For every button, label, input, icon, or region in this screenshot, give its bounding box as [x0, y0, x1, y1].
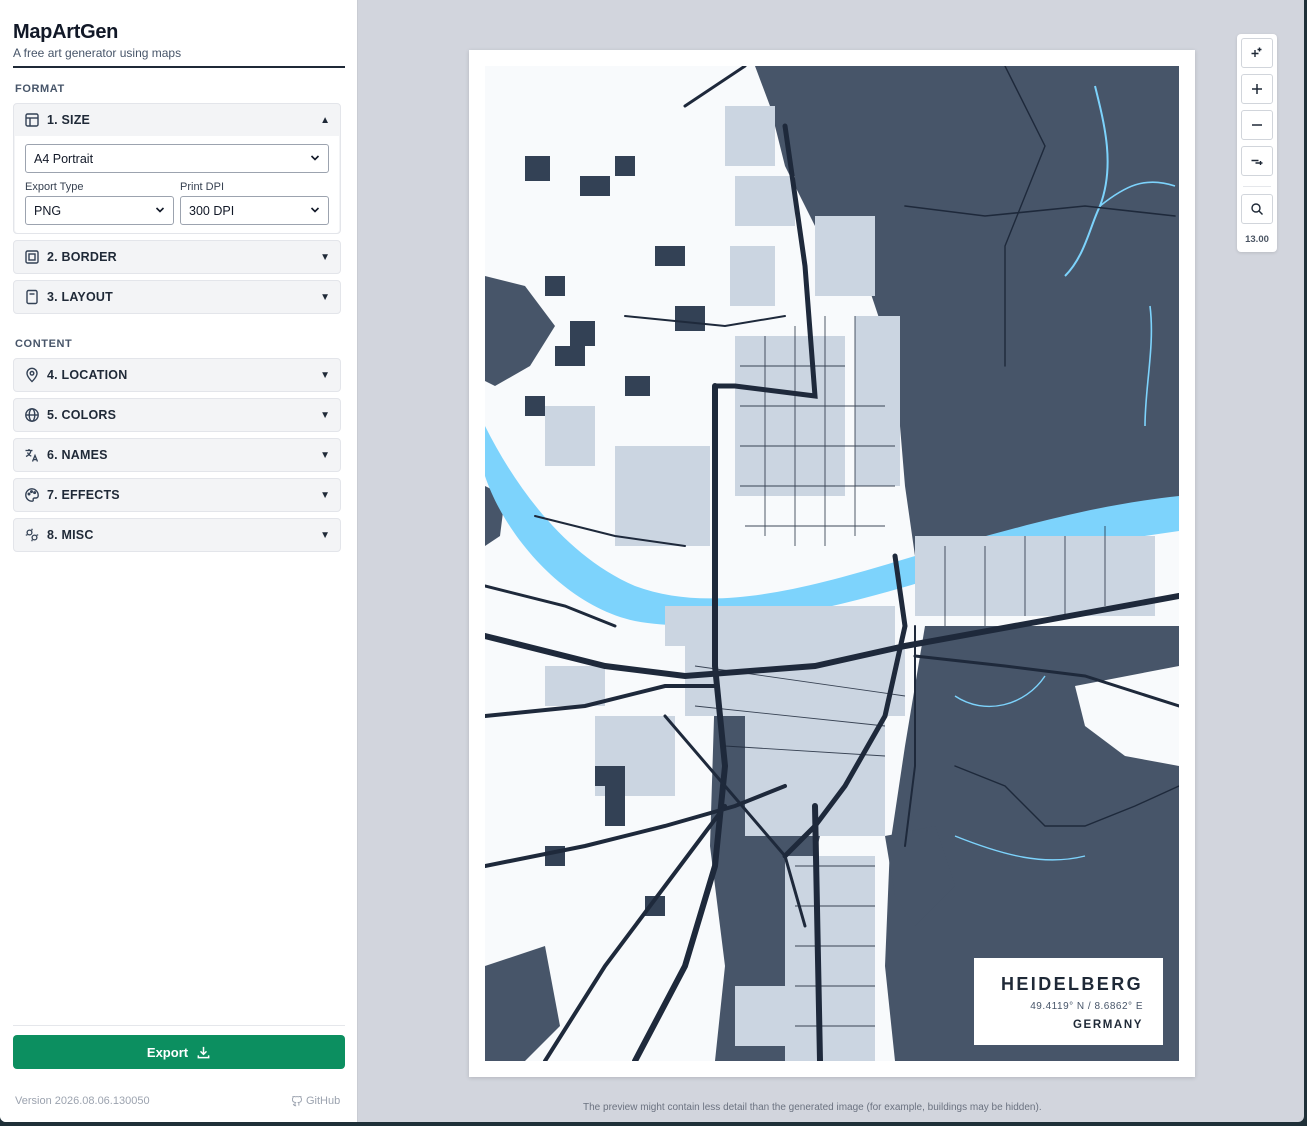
chevron-down-icon: ▼ [320, 529, 330, 541]
zoom-reset-icon [1251, 159, 1263, 165]
chevron-down-icon [310, 207, 320, 213]
search-button[interactable] [1241, 194, 1273, 224]
zoom-fit-button[interactable] [1241, 38, 1273, 68]
globe-icon [24, 407, 40, 423]
zoom-controls: 13.00 [1237, 34, 1277, 252]
chevron-down-icon [155, 207, 165, 213]
sidebar-divider [13, 1025, 345, 1026]
export-button[interactable]: Export [13, 1035, 345, 1069]
export-label: Export [146, 1044, 189, 1060]
border-icon [24, 249, 40, 265]
chevron-down-icon: ▼ [320, 369, 330, 381]
github-label: GitHub [306, 1095, 341, 1107]
country-name: GERMANY [1073, 1019, 1143, 1031]
city-coordinates: 49.4119° N / 8.6862° E [1030, 1001, 1143, 1012]
zoom-divider [1243, 186, 1271, 187]
export-type-label: Export Type [25, 181, 84, 193]
sidebar: MapArtGen A free art generator using map… [0, 0, 358, 1122]
panel-location-title: 4. LOCATION [47, 368, 128, 382]
zoom-out-button[interactable] [1241, 110, 1273, 140]
panel-layout-title: 3. LAYOUT [47, 290, 113, 304]
panel-layout[interactable]: 3. LAYOUT ▼ [13, 280, 341, 314]
translate-icon [24, 447, 40, 463]
zoom-reset-button[interactable] [1241, 146, 1273, 176]
export-type-select[interactable]: PNG [25, 196, 174, 225]
app-title: MapArtGen [13, 21, 119, 43]
panel-colors-title: 5. COLORS [47, 408, 117, 422]
chevron-down-icon: ▼ [320, 291, 330, 303]
export-type-value: PNG [34, 203, 62, 218]
preview-notice: The preview might contain less detail th… [583, 1102, 1042, 1113]
map-canvas[interactable]: HEIDELBERG 49.4119° N / 8.6862° E GERMAN… [485, 66, 1179, 1061]
panel-effects-title: 7. EFFECTS [47, 488, 120, 502]
panel-size-title: 1. SIZE [47, 113, 91, 127]
print-dpi-select[interactable]: 300 DPI [180, 196, 329, 225]
zoom-in-button[interactable] [1241, 74, 1273, 104]
section-content: CONTENT [15, 338, 73, 350]
github-link[interactable]: GitHub [292, 1095, 340, 1107]
download-icon [197, 1046, 210, 1058]
chevron-up-icon: ▲ [320, 114, 330, 126]
zoom-in-icon [1252, 84, 1262, 94]
zoom-fit-icon [1251, 47, 1262, 57]
panel-colors[interactable]: 5. COLORS ▼ [13, 398, 341, 432]
panel-border[interactable]: 2. BORDER ▼ [13, 240, 341, 274]
paper-size-value: A4 Portrait [34, 151, 94, 166]
layout-icon [24, 112, 40, 128]
panel-names-title: 6. NAMES [47, 448, 108, 462]
page-icon [24, 289, 40, 305]
print-dpi-label: Print DPI [180, 181, 225, 193]
panel-misc[interactable]: 8. MISC ▼ [13, 518, 341, 552]
chevron-down-icon [310, 155, 320, 161]
panel-location[interactable]: 4. LOCATION ▼ [13, 358, 341, 392]
city-name: HEIDELBERG [1000, 974, 1143, 994]
map-illustration [485, 66, 1179, 1061]
chevron-down-icon: ▼ [320, 489, 330, 501]
search-icon [1251, 203, 1263, 215]
panel-misc-title: 8. MISC [47, 528, 94, 542]
app-subtitle: A free art generator using maps [13, 46, 182, 60]
chevron-down-icon: ▼ [320, 449, 330, 461]
paper-size-select[interactable]: A4 Portrait [25, 144, 329, 173]
print-dpi-value: 300 DPI [189, 203, 235, 218]
panel-names[interactable]: 6. NAMES ▼ [13, 438, 341, 472]
app-window: MapArtGen A free art generator using map… [0, 0, 1304, 1122]
brand-header: MapArtGen A free art generator using map… [13, 21, 345, 68]
panel-size: 1. SIZE ▲ A4 Portrait Export Type PNG Pr… [13, 103, 341, 234]
section-format: FORMAT [15, 83, 65, 95]
chevron-down-icon: ▼ [320, 409, 330, 421]
palette-icon [24, 487, 40, 503]
chevron-down-icon: ▼ [320, 251, 330, 263]
panel-size-body: A4 Portrait Export Type PNG Print DPI 30… [15, 136, 339, 233]
zoom-out-icon [1252, 124, 1262, 126]
panel-border-title: 2. BORDER [47, 250, 117, 264]
poster-preview: HEIDELBERG 49.4119° N / 8.6862° E GERMAN… [469, 50, 1195, 1077]
poster-label: HEIDELBERG 49.4119° N / 8.6862° E GERMAN… [974, 958, 1163, 1045]
zoom-level: 13.00 [1245, 234, 1269, 245]
misc-icon [24, 527, 40, 543]
github-icon [292, 1095, 302, 1106]
panel-size-header[interactable]: 1. SIZE ▲ [14, 104, 340, 136]
panel-effects[interactable]: 7. EFFECTS ▼ [13, 478, 341, 512]
pin-icon [24, 367, 40, 383]
version-text: Version 2026.08.06.130050 [15, 1095, 150, 1107]
